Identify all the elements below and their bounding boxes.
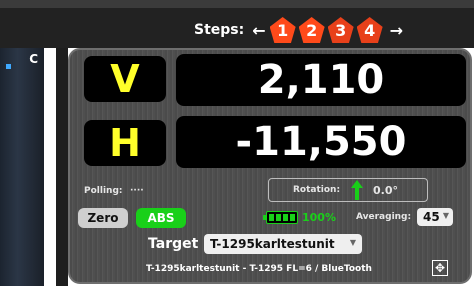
- left-panel: C: [0, 48, 44, 286]
- zero-button[interactable]: Zero: [78, 208, 128, 228]
- battery-cell: [290, 214, 295, 221]
- step-1-button[interactable]: 1: [269, 17, 296, 43]
- polling-label: Polling:: [84, 186, 123, 196]
- target-label: Target: [148, 236, 199, 252]
- panel-divider: [44, 48, 56, 286]
- up-arrow-icon: [351, 180, 363, 200]
- step-3-button[interactable]: 3: [327, 17, 354, 43]
- h-axis-label: H: [84, 120, 166, 166]
- v-axis-label: V: [84, 56, 166, 102]
- steps-label: Steps:: [194, 22, 245, 38]
- device-info: T-1295karltestunit - T-1295 FL=6 / BlueT…: [146, 264, 372, 274]
- rotation-label: Rotation:: [293, 185, 341, 195]
- polling-indicator: ····: [130, 186, 144, 196]
- chevron-down-icon: ▼: [349, 238, 356, 247]
- left-panel-marker: [6, 64, 11, 69]
- target-select[interactable]: T-1295karltestunit ▼: [204, 234, 362, 254]
- step-2-button[interactable]: 2: [298, 17, 325, 43]
- battery-percent: 100%: [302, 211, 336, 224]
- panel-gap: [56, 48, 68, 286]
- battery-icon: [263, 211, 298, 224]
- target-value: T-1295karltestunit: [210, 237, 335, 251]
- steps-next-arrow[interactable]: →: [390, 21, 403, 40]
- steps-prev-arrow[interactable]: ←: [252, 21, 265, 40]
- battery-cell: [269, 214, 274, 221]
- top-bar: [0, 0, 474, 8]
- measurement-panel: V 2,110 H -11,550 Polling: ···· Rotation…: [68, 48, 472, 284]
- step-4-button[interactable]: 4: [356, 17, 383, 43]
- battery-cell: [283, 214, 288, 221]
- left-panel-label: C: [29, 52, 38, 66]
- rotation-box[interactable]: Rotation: 0.0°: [268, 178, 428, 202]
- averaging-select[interactable]: 45 ▼: [417, 208, 453, 226]
- expand-icon[interactable]: ✥: [432, 260, 448, 276]
- v-value-display: 2,110: [176, 54, 466, 106]
- h-value-display: -11,550: [176, 116, 466, 168]
- averaging-value: 45: [423, 210, 440, 224]
- chevron-down-icon: ▼: [442, 211, 449, 220]
- averaging-label: Averaging:: [356, 212, 412, 222]
- steps-nav: Steps: ← 1 2 3 4 →: [194, 16, 407, 44]
- battery-cell: [276, 214, 281, 221]
- rotation-value: 0.0°: [373, 184, 398, 197]
- abs-button[interactable]: ABS: [136, 208, 186, 228]
